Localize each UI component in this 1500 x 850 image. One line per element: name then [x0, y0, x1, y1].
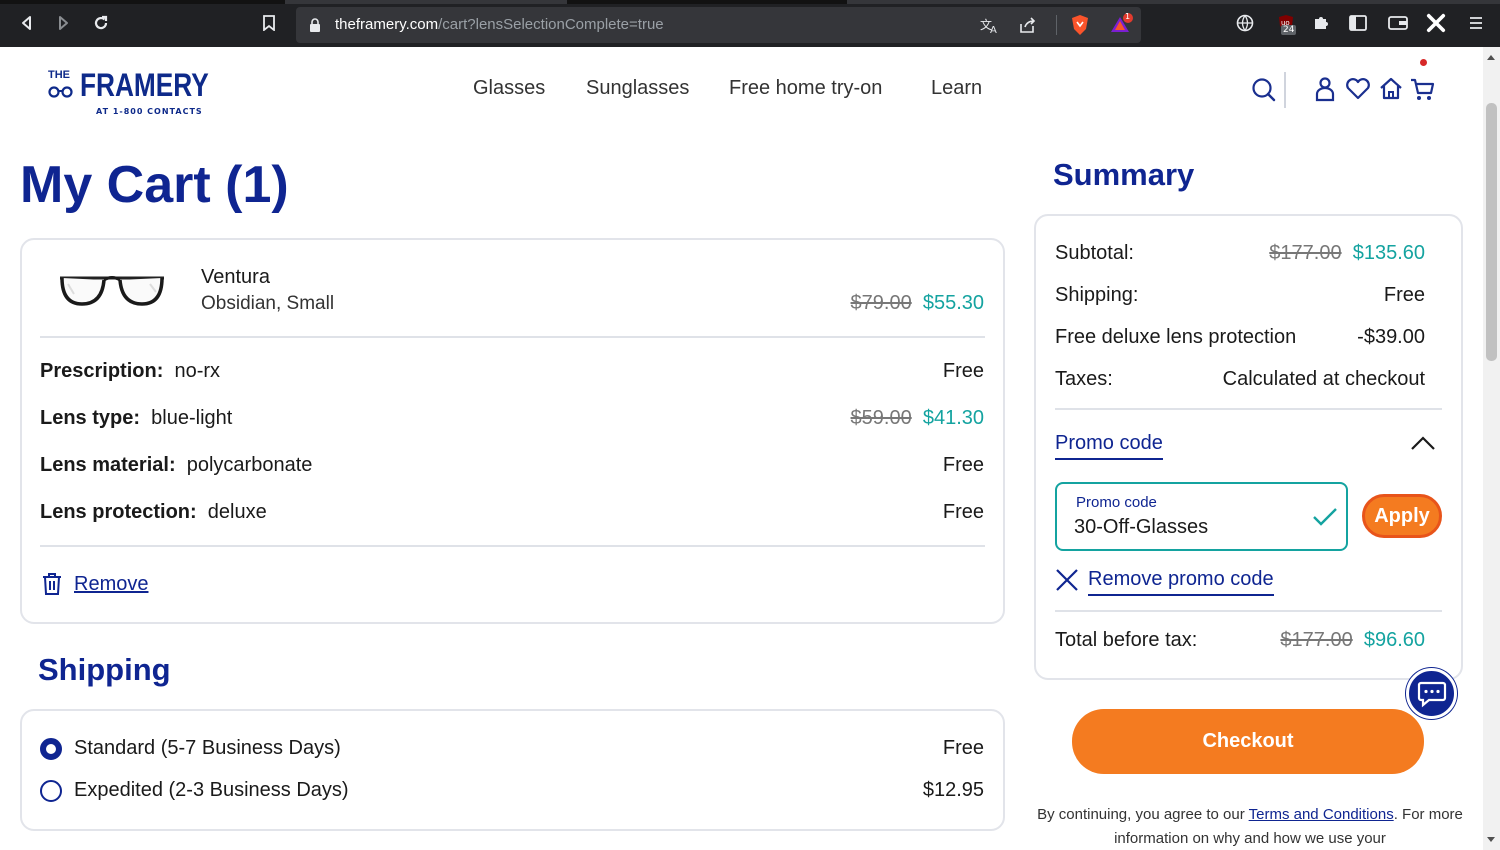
- lens-protection-discount-value: -$39.00: [1357, 326, 1425, 348]
- tab-strip: [0, 0, 1500, 4]
- share-icon[interactable]: [1018, 16, 1038, 38]
- logo-wordmark: FRAMERY: [80, 67, 209, 103]
- taxes-label: Taxes:: [1055, 368, 1113, 390]
- brave-shield-icon[interactable]: [1070, 14, 1090, 40]
- option-prescription: Prescription: no-rx: [40, 360, 221, 382]
- nav-free-home-try-on[interactable]: Free home try-on: [729, 77, 882, 100]
- browser-toolbar: theframery.com/cart?lensSelectionComplet…: [0, 0, 1500, 47]
- sidebar-toggle-icon[interactable]: [1348, 13, 1368, 33]
- expedited-shipping-radio[interactable]: [40, 780, 62, 802]
- nav-sunglasses[interactable]: Sunglasses: [586, 77, 689, 100]
- forward-icon[interactable]: [52, 12, 74, 34]
- back-icon[interactable]: [16, 12, 38, 34]
- bookmark-icon[interactable]: [258, 12, 280, 34]
- shipping-summary-value: Free: [1383, 284, 1425, 306]
- shipping-title: Shipping: [38, 652, 171, 687]
- terms-fineprint: By continuing, you agree to our Terms an…: [1037, 806, 1463, 847]
- search-icon[interactable]: [1250, 75, 1278, 103]
- brave-rewards-icon[interactable]: 1: [1110, 12, 1134, 39]
- standard-shipping-price: Free: [942, 737, 984, 759]
- summary-title: Summary: [1053, 157, 1195, 192]
- taxes-value: Calculated at checkout: [1222, 368, 1425, 390]
- header-divider: [1284, 72, 1286, 108]
- promo-code-input[interactable]: Promo code 30-Off-Glasses: [1055, 482, 1348, 551]
- close-icon[interactable]: [1055, 568, 1079, 596]
- cart-notification-dot: [1420, 59, 1427, 66]
- remove-item-link[interactable]: Remove: [74, 573, 148, 596]
- divider: [1055, 408, 1442, 410]
- subtotal-value: $177.00 $135.60: [1269, 242, 1425, 264]
- lens-protection-discount-label: Free deluxe lens protection: [1055, 326, 1297, 348]
- cart-item-card: Ventura Obsidian, Small $79.00 $55.30 Pr…: [20, 238, 1005, 624]
- item-price-sale: $55.30: [922, 292, 984, 314]
- vpn-globe-icon[interactable]: [1235, 13, 1255, 33]
- total-before-tax-value: $177.00 $96.60: [1280, 629, 1425, 651]
- page-title: My Cart (1): [20, 156, 289, 214]
- leo-ai-icon[interactable]: [1426, 13, 1446, 33]
- toolbar-divider: [1056, 15, 1057, 35]
- address-bar[interactable]: theframery.com/cart?lensSelectionComplet…: [296, 7, 1141, 43]
- scrollbar-thumb[interactable]: [1486, 103, 1497, 361]
- subtotal-label: Subtotal:: [1055, 242, 1134, 264]
- item-variant: Obsidian, Small: [201, 293, 335, 314]
- home-icon[interactable]: [1377, 75, 1405, 103]
- option-lens-material: Lens material: polycarbonate: [40, 454, 313, 476]
- shipping-summary-label: Shipping:: [1055, 284, 1139, 306]
- item-price-original: $79.00: [850, 292, 912, 314]
- promo-input-label: Promo code: [1076, 494, 1157, 511]
- promo-code-toggle[interactable]: Promo code: [1055, 432, 1163, 460]
- promo-input-value: 30-Off-Glasses: [1074, 516, 1209, 538]
- check-icon: [1312, 506, 1338, 532]
- checkout-button[interactable]: Checkout: [1072, 709, 1424, 774]
- chat-button[interactable]: [1406, 668, 1457, 719]
- divider: [40, 336, 985, 338]
- url-text: theframery.com/cart?lensSelectionComplet…: [335, 16, 664, 33]
- reload-icon[interactable]: [90, 12, 112, 34]
- svg-text:A: A: [990, 25, 997, 34]
- divider: [1055, 610, 1442, 612]
- scroll-up-arrow-icon[interactable]: [1487, 55, 1495, 60]
- lock-icon: [309, 17, 321, 36]
- item-price: $79.00 $55.30: [851, 292, 984, 315]
- chat-bubble-icon: [1417, 680, 1447, 712]
- item-name: Ventura: [201, 266, 270, 288]
- account-icon[interactable]: [1311, 75, 1339, 103]
- scroll-down-arrow-icon[interactable]: [1487, 837, 1495, 842]
- option-lens-protection: Lens protection: deluxe: [40, 501, 267, 523]
- logo-tagline: AT 1-800 CONTACTS: [96, 107, 203, 116]
- glasses-logo-icon: [48, 83, 74, 102]
- option-lens-material-price: Free: [942, 454, 984, 476]
- expedited-shipping-label[interactable]: Expedited (2-3 Business Days): [74, 779, 349, 802]
- terms-and-conditions-link[interactable]: Terms and Conditions: [1249, 806, 1394, 823]
- trash-icon[interactable]: [42, 573, 62, 599]
- shipping-options-card: Standard (5-7 Business Days) Free Expedi…: [20, 709, 1005, 831]
- option-prescription-price: Free: [942, 360, 984, 382]
- option-lens-type-price: $59.00 $41.30: [850, 407, 984, 429]
- cart-icon[interactable]: [1409, 59, 1437, 103]
- option-lens-type: Lens type: blue-light: [40, 407, 233, 429]
- option-lens-protection-price: Free: [942, 501, 984, 523]
- wallet-icon[interactable]: [1388, 13, 1408, 33]
- standard-shipping-radio[interactable]: [40, 738, 62, 760]
- nav-learn[interactable]: Learn: [931, 77, 982, 100]
- logo-the: THE: [48, 69, 70, 81]
- chevron-up-icon[interactable]: [1410, 435, 1436, 455]
- expedited-shipping-price: $12.95: [922, 779, 984, 801]
- ublock-icon[interactable]: uo 24: [1276, 13, 1297, 35]
- apply-promo-button[interactable]: Apply: [1362, 494, 1442, 538]
- standard-shipping-label[interactable]: Standard (5-7 Business Days): [74, 737, 341, 760]
- nav-glasses[interactable]: Glasses: [473, 77, 545, 100]
- page-scrollbar[interactable]: [1483, 47, 1500, 850]
- total-before-tax-label: Total before tax:: [1055, 629, 1198, 651]
- menu-icon[interactable]: [1466, 13, 1486, 33]
- extensions-puzzle-icon[interactable]: [1311, 13, 1331, 33]
- cart-page: THE FRAMERY AT 1-800 CONTACTS Glasses Su…: [0, 47, 1483, 850]
- divider: [40, 545, 985, 547]
- remove-promo-code-link[interactable]: Remove promo code: [1088, 568, 1274, 596]
- ventura-glasses-image[interactable]: [58, 270, 166, 318]
- favorites-heart-icon[interactable]: [1344, 75, 1372, 103]
- translate-icon[interactable]: 文A: [980, 16, 1000, 38]
